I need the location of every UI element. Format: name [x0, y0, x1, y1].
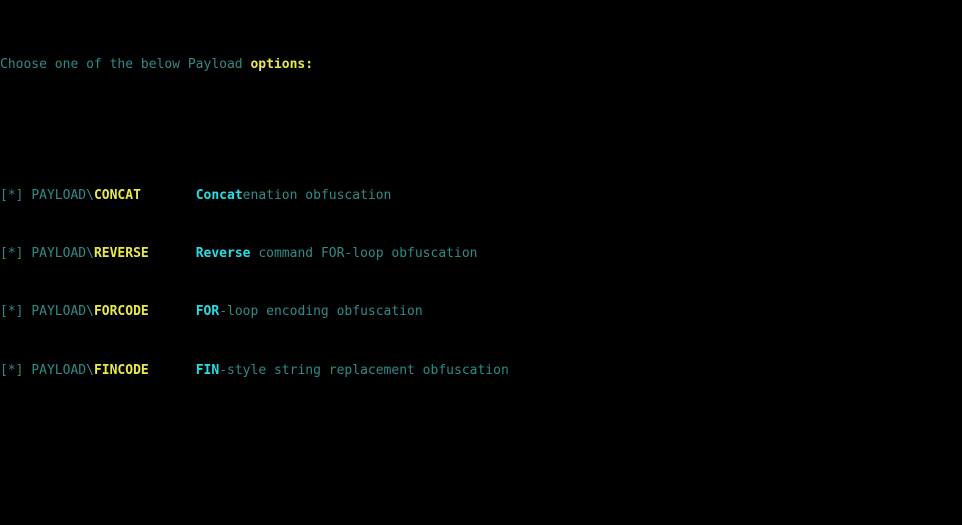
- payload-menu-heading-post: :: [305, 58, 314, 73]
- menu-item-path-prefix: PAYLOAD\: [31, 363, 94, 378]
- menu-item-desc-rest: command FOR-loop obfuscation: [250, 247, 478, 262]
- menu-item-path-key: FINCODE: [93, 363, 149, 378]
- menu-item-marker: [*]: [0, 189, 32, 204]
- menu-item-pad: [149, 364, 196, 378]
- menu-item-pad: [149, 247, 196, 261]
- payload-menu-heading-pre: Choose one of the below Payload: [0, 58, 251, 73]
- menu-item-path-prefix: PAYLOAD\: [31, 189, 94, 204]
- menu-item-marker: [*]: [0, 247, 32, 262]
- menu-item-desc-key: Reverse: [195, 247, 251, 262]
- menu-item-desc-key: FOR: [195, 305, 220, 320]
- menu-item-path-prefix: PAYLOAD\: [31, 247, 94, 262]
- menu-item-pad: [149, 305, 196, 319]
- menu-item-pad: [141, 189, 196, 203]
- menu-item-path-key: FORCODE: [93, 305, 149, 320]
- menu-item-concat[interactable]: [*] PAYLOAD\CONCAT Concatenation obfusca…: [0, 189, 962, 204]
- terminal-window[interactable]: Choose one of the below Payload options:…: [0, 0, 962, 525]
- menu-item-desc-rest: enation obfuscation: [242, 189, 392, 204]
- menu-item-fincode[interactable]: [*] PAYLOAD\FINCODE FIN-style string rep…: [0, 364, 962, 379]
- menu-item-path-prefix: PAYLOAD\: [31, 305, 94, 320]
- menu-item-desc-rest: -style string replacement obfuscation: [219, 363, 509, 378]
- menu-item-reverse[interactable]: [*] PAYLOAD\REVERSE Reverse command FOR-…: [0, 247, 962, 262]
- menu-item-desc-key: Concat: [195, 189, 243, 204]
- menu-item-desc-key: FIN: [195, 363, 220, 378]
- menu-item-path-key: REVERSE: [93, 247, 149, 262]
- menu-item-forcode[interactable]: [*] PAYLOAD\FORCODE FOR-loop encoding ob…: [0, 305, 962, 320]
- menu-item-marker: [*]: [0, 363, 32, 378]
- payload-menu-heading: Choose one of the below Payload options:: [0, 58, 962, 73]
- menu-item-marker: [*]: [0, 305, 32, 320]
- menu-item-desc-rest: -loop encoding obfuscation: [219, 305, 423, 320]
- menu-item-path-key: CONCAT: [93, 189, 141, 204]
- payload-menu-heading-options: options: [250, 58, 306, 73]
